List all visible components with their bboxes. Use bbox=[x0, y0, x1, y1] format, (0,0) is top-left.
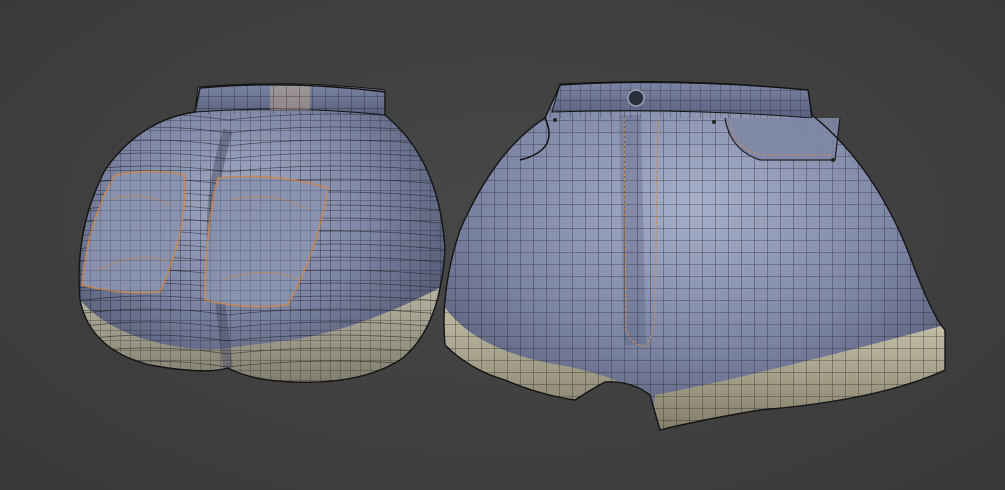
shorts-front-view bbox=[443, 81, 946, 431]
shorts-render bbox=[78, 81, 946, 431]
button-icon bbox=[627, 89, 645, 107]
3d-viewport[interactable] bbox=[0, 0, 1005, 490]
shorts-back-view bbox=[78, 83, 446, 384]
